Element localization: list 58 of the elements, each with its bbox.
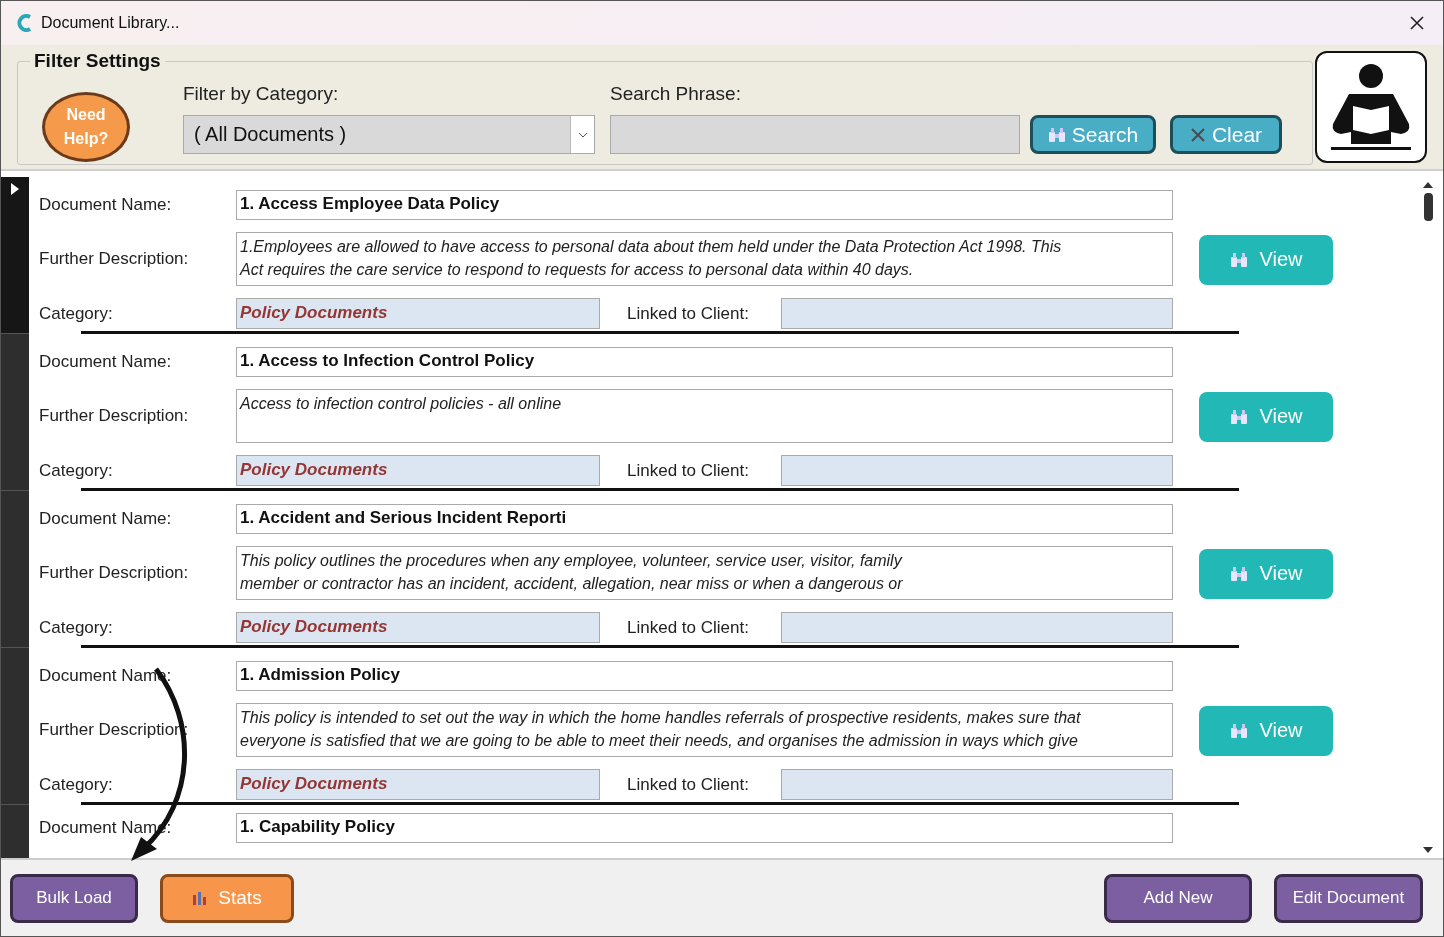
document-name-field[interactable]: 1. Access Employee Data Policy <box>236 190 1173 220</box>
binoculars-icon <box>1229 408 1248 425</box>
document-name-field[interactable]: 1. Capability Policy <box>236 813 1173 843</box>
edit-document-button[interactable]: Edit Document <box>1274 873 1423 923</box>
description-field[interactable]: This policy is intended to set out the way in which the home handles referrals of prospective residents, makes sure that everyone is satisfied that we are going to be able to meet their needs, and organises the admission in ways which give <box>236 703 1173 757</box>
record-selector[interactable] <box>1 491 29 648</box>
bulk-load-button[interactable]: Bulk Load <box>10 873 138 923</box>
field-label: Category: <box>39 774 114 795</box>
record-selector[interactable] <box>1 177 29 334</box>
search-label: Search Phrase: <box>610 83 742 105</box>
client-field[interactable] <box>781 612 1173 643</box>
field-label: Further Description: <box>39 563 190 583</box>
field-label: Linked to Client: <box>626 303 750 324</box>
scroll-down-icon[interactable] <box>1422 846 1434 854</box>
person-reading-icon <box>1329 62 1413 152</box>
field-label: Linked to Client: <box>626 774 750 795</box>
category-label: Filter by Category: <box>183 83 340 105</box>
field-label: Document Name: <box>39 195 173 215</box>
category-field[interactable]: Policy Documents <box>236 298 600 329</box>
field-label: Category: <box>39 460 114 481</box>
description-field[interactable]: 1.Employees are allowed to have access to personal data about them held under the Data Protection Act 1998. This Act requires the care service to respond to requests for access to personal data within 40 days. <box>236 232 1173 286</box>
field-label: Document Name: <box>39 352 173 372</box>
binoculars-icon <box>1047 126 1066 143</box>
record-selector[interactable] <box>1 648 29 805</box>
add-new-button[interactable]: Add New <box>1104 873 1252 923</box>
bar-chart-icon <box>192 891 209 905</box>
field-label: Category: <box>39 303 114 324</box>
client-field[interactable] <box>781 298 1173 329</box>
category-field[interactable]: Policy Documents <box>236 769 600 800</box>
document-name-field[interactable]: 1. Accident and Serious Incident Reporti <box>236 504 1173 534</box>
category-field[interactable]: Policy Documents <box>236 455 600 486</box>
field-label: Further Description: <box>39 249 190 269</box>
client-field[interactable] <box>781 455 1173 486</box>
field-label: Linked to Client: <box>626 617 750 638</box>
scrollbar-thumb[interactable] <box>1423 193 1433 221</box>
close-icon <box>1189 126 1206 143</box>
window-title: Document Library... <box>41 14 180 32</box>
binoculars-icon <box>1229 722 1248 739</box>
category-dropdown[interactable]: ( All Documents ) <box>183 115 595 154</box>
field-label: Document Name: <box>39 509 173 529</box>
scroll-up-icon[interactable] <box>1422 181 1434 189</box>
binoculars-icon <box>1229 251 1248 268</box>
description-field[interactable]: Access to infection control policies - all online <box>236 389 1173 443</box>
app-logo-icon <box>15 13 33 33</box>
caret-icon[interactable] <box>570 116 594 153</box>
binoculars-icon <box>1229 565 1248 582</box>
document-name-field[interactable]: 1. Access to Infection Control Policy <box>236 347 1173 377</box>
field-label: Further Description: <box>39 406 190 426</box>
record-selector[interactable] <box>1 334 29 491</box>
current-record-icon <box>11 183 19 195</box>
close-icon <box>1409 15 1425 31</box>
search-field[interactable] <box>610 115 1020 154</box>
document-name-field[interactable]: 1. Admission Policy <box>236 661 1173 691</box>
description-field[interactable]: This policy outlines the procedures when any employee, volunteer, service user, visitor, family member or contractor has an incident, accident, allegation, near miss or when a dangerous or <box>236 546 1173 600</box>
field-label: Linked to Client: <box>626 460 750 481</box>
client-field[interactable] <box>781 769 1173 800</box>
field-label: Category: <box>39 617 114 638</box>
category-field[interactable]: Policy Documents <box>236 612 600 643</box>
